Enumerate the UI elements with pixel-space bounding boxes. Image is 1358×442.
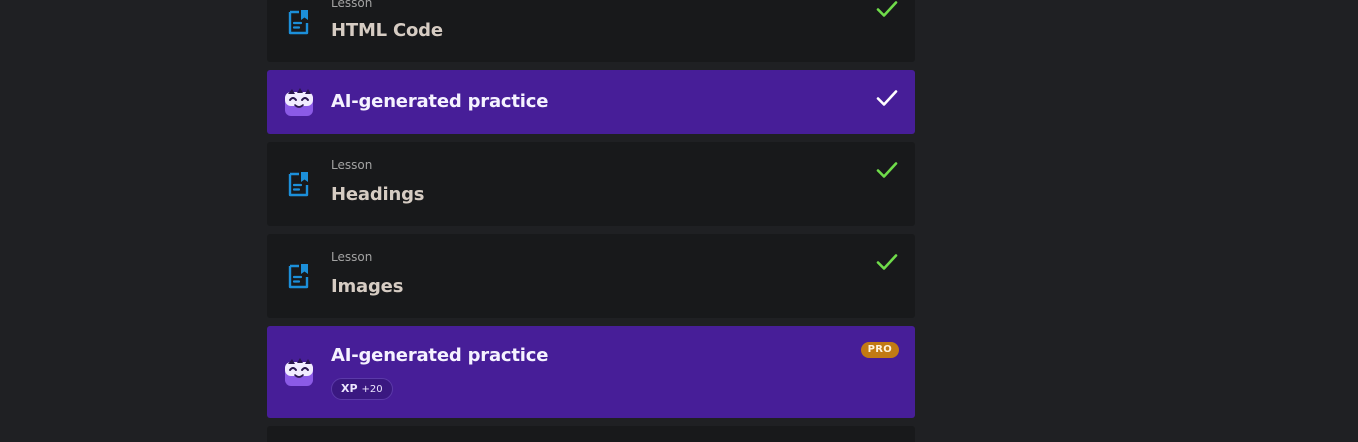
- check-icon: [876, 90, 898, 106]
- lesson-kind-label: Lesson: [331, 0, 373, 10]
- check-icon: [876, 254, 898, 270]
- lesson-document-icon: [288, 10, 309, 35]
- xp-reward-chip: XP +20: [331, 378, 393, 400]
- lesson-kind-label: Lesson: [331, 158, 373, 172]
- lesson-item-html-code[interactable]: Lesson HTML Code: [267, 0, 915, 62]
- ai-practice-item[interactable]: AI-generated practice: [267, 70, 915, 134]
- ai-practice-item-pro[interactable]: AI-generated practice XP +20 PRO: [267, 326, 915, 418]
- next-list-item[interactable]: [267, 426, 915, 442]
- lesson-title: Headings: [331, 184, 425, 205]
- pro-badge: PRO: [860, 342, 899, 358]
- lesson-list: Lesson HTML Code AI-generated practice L…: [0, 0, 1358, 442]
- check-icon: [876, 162, 898, 178]
- lesson-item-headings[interactable]: Lesson Headings: [267, 142, 915, 226]
- lesson-title: HTML Code: [331, 20, 443, 41]
- lesson-document-icon: [288, 172, 309, 197]
- check-icon: [876, 1, 898, 17]
- lesson-document-icon: [288, 264, 309, 289]
- xp-value: +20: [361, 384, 383, 395]
- ai-mascot-icon: [285, 88, 313, 116]
- lesson-item-images[interactable]: Lesson Images: [267, 234, 915, 318]
- ai-practice-title: AI-generated practice: [331, 345, 549, 366]
- lesson-kind-label: Lesson: [331, 250, 373, 264]
- xp-label: XP: [341, 382, 358, 395]
- ai-practice-title: AI-generated practice: [331, 91, 549, 112]
- lesson-title: Images: [331, 276, 404, 297]
- ai-mascot-icon: [285, 358, 313, 386]
